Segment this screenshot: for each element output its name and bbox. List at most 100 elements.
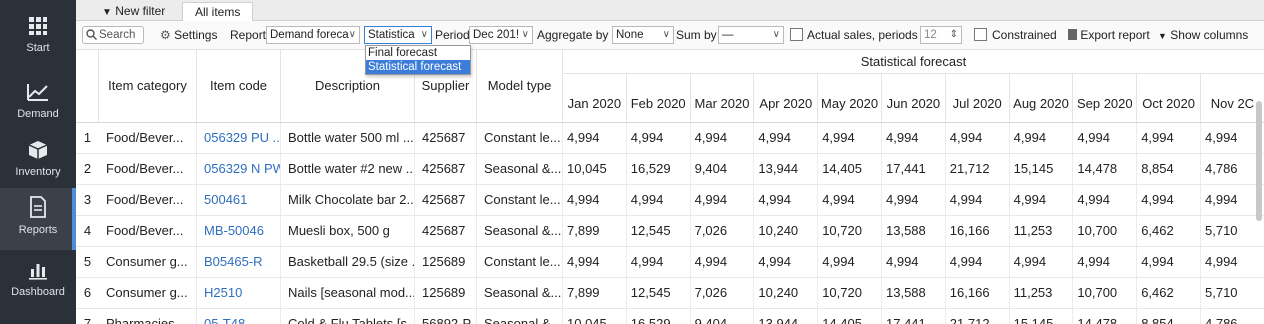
cell-forecast-value[interactable]: 11,253 xyxy=(1010,278,1074,308)
report-select[interactable]: Demand foreca ∨ xyxy=(266,26,360,44)
export-report-button[interactable]: Export report xyxy=(1068,26,1150,44)
cell-forecast-value[interactable]: 7,899 xyxy=(563,278,627,308)
cell-item-code[interactable]: 056329 PU ... xyxy=(197,123,281,153)
cell-forecast-value[interactable]: 16,166 xyxy=(946,278,1010,308)
table-row[interactable]: 2 Food/Bever... 056329 N PW Bottle water #2… xyxy=(76,154,1264,185)
cell-forecast-value[interactable]: 10,720 xyxy=(818,216,882,246)
cell-forecast-value[interactable]: 4,994 xyxy=(691,247,755,277)
cell-forecast-value[interactable]: 4,994 xyxy=(882,123,946,153)
column-header-month[interactable]: Sep 2020 xyxy=(1073,74,1138,122)
cell-forecast-value[interactable]: 7,899 xyxy=(563,216,627,246)
cell-forecast-value[interactable]: 4,994 xyxy=(1201,123,1264,153)
cell-forecast-value[interactable]: 4,994 xyxy=(1137,123,1201,153)
cell-forecast-value[interactable]: 14,478 xyxy=(1073,309,1138,324)
cell-forecast-value[interactable]: 4,994 xyxy=(946,247,1010,277)
cell-forecast-value[interactable]: 5,710 xyxy=(1201,216,1264,246)
cell-forecast-value[interactable]: 10,240 xyxy=(754,216,819,246)
cell-forecast-value[interactable]: 4,994 xyxy=(1073,247,1138,277)
table-row[interactable]: 4 Food/Bever... MB-50046 Muesli box, 500 g4… xyxy=(76,216,1264,247)
cell-forecast-value[interactable]: 4,994 xyxy=(1201,185,1264,215)
cell-forecast-value[interactable]: 4,994 xyxy=(818,123,882,153)
cell-forecast-value[interactable]: 7,026 xyxy=(691,278,755,308)
column-header-item-code[interactable]: Item code xyxy=(197,50,281,122)
cell-forecast-value[interactable]: 4,786 xyxy=(1201,154,1264,184)
cell-forecast-value[interactable]: 8,854 xyxy=(1137,309,1201,324)
cell-forecast-value[interactable]: 4,994 xyxy=(563,123,627,153)
cell-item-code[interactable]: H2510 xyxy=(197,278,281,308)
cell-forecast-value[interactable]: 4,994 xyxy=(1073,185,1138,215)
cell-forecast-value[interactable]: 4,994 xyxy=(1073,123,1138,153)
cell-forecast-value[interactable]: 4,994 xyxy=(946,185,1010,215)
cell-forecast-value[interactable]: 11,253 xyxy=(1010,216,1074,246)
cell-forecast-value[interactable]: 17,441 xyxy=(882,309,946,324)
cell-forecast-value[interactable]: 21,712 xyxy=(946,309,1010,324)
cell-forecast-value[interactable]: 4,994 xyxy=(754,123,819,153)
cell-forecast-value[interactable]: 10,700 xyxy=(1073,216,1138,246)
cell-forecast-value[interactable]: 13,588 xyxy=(882,216,946,246)
cell-forecast-value[interactable]: 6,462 xyxy=(1137,278,1201,308)
cell-forecast-value[interactable]: 4,994 xyxy=(754,247,819,277)
cell-forecast-value[interactable]: 16,529 xyxy=(627,309,691,324)
cell-forecast-value[interactable]: 14,478 xyxy=(1073,154,1138,184)
settings-button[interactable]: ⚙ Settings xyxy=(160,26,217,44)
cell-forecast-value[interactable]: 4,994 xyxy=(1010,247,1074,277)
column-header-month[interactable]: May 2020 xyxy=(818,74,882,122)
cell-forecast-value[interactable]: 4,994 xyxy=(1201,247,1264,277)
forecast-type-select[interactable]: Statistica ∨ xyxy=(364,26,432,44)
cell-item-code[interactable]: 500461 xyxy=(197,185,281,215)
column-header-month[interactable]: Feb 2020 xyxy=(627,74,691,122)
table-row[interactable]: 3 Food/Bever... 500461 Milk Chocolate bar 2… xyxy=(76,185,1264,216)
cell-forecast-value[interactable]: 4,786 xyxy=(1201,309,1264,324)
column-header-month[interactable]: Apr 2020 xyxy=(754,74,819,122)
column-header-month[interactable]: Aug 2020 xyxy=(1010,74,1074,122)
column-header-item-category[interactable]: Item category xyxy=(99,50,197,122)
cell-forecast-value[interactable]: 4,994 xyxy=(882,185,946,215)
cell-forecast-value[interactable]: 4,994 xyxy=(627,185,691,215)
dropdown-option-final[interactable]: Final forecast xyxy=(366,46,470,60)
cell-forecast-value[interactable]: 16,529 xyxy=(627,154,691,184)
cell-forecast-value[interactable]: 10,045 xyxy=(563,154,627,184)
cell-forecast-value[interactable]: 4,994 xyxy=(691,123,755,153)
cell-forecast-value[interactable]: 15,145 xyxy=(1010,154,1074,184)
cell-forecast-value[interactable]: 9,404 xyxy=(691,154,755,184)
cell-forecast-value[interactable]: 13,944 xyxy=(754,309,819,324)
cell-forecast-value[interactable]: 4,994 xyxy=(1010,185,1074,215)
nav-dashboard[interactable]: Dashboard xyxy=(0,254,76,324)
sum-select[interactable]: — ∨ xyxy=(718,26,784,44)
cell-forecast-value[interactable]: 4,994 xyxy=(1010,123,1074,153)
cell-forecast-value[interactable]: 21,712 xyxy=(946,154,1010,184)
cell-item-code[interactable]: 056329 N PW xyxy=(197,154,281,184)
cell-forecast-value[interactable]: 13,944 xyxy=(754,154,819,184)
dropdown-option-statistical[interactable]: Statistical forecast xyxy=(366,60,470,74)
cell-forecast-value[interactable]: 13,588 xyxy=(882,278,946,308)
show-columns-button[interactable]: ▼ Show columns xyxy=(1158,26,1248,44)
column-header-month[interactable]: Jul 2020 xyxy=(946,74,1010,122)
cell-forecast-value[interactable]: 12,545 xyxy=(627,278,691,308)
column-header-month[interactable]: Nov 2C xyxy=(1201,74,1264,122)
column-header-model-type[interactable]: Model type xyxy=(477,50,563,122)
cell-forecast-value[interactable]: 4,994 xyxy=(1137,185,1201,215)
cell-forecast-value[interactable]: 12,545 xyxy=(627,216,691,246)
periods-stepper[interactable]: 12 ⇕ xyxy=(920,26,962,44)
column-header-month[interactable]: Jun 2020 xyxy=(882,74,946,122)
cell-forecast-value[interactable]: 14,405 xyxy=(818,154,882,184)
table-row[interactable]: 7 Pharmacies 05-T48 Cold & Flu Tablets [s..… xyxy=(76,309,1264,324)
cell-forecast-value[interactable]: 4,994 xyxy=(818,247,882,277)
cell-forecast-value[interactable]: 15,145 xyxy=(1010,309,1074,324)
table-row[interactable]: 6 Consumer g... H2510 Nails [seasonal mod..… xyxy=(76,278,1264,309)
cell-forecast-value[interactable]: 17,441 xyxy=(882,154,946,184)
constrained-checkbox[interactable] xyxy=(974,28,987,41)
cell-forecast-value[interactable]: 10,700 xyxy=(1073,278,1138,308)
tab-new-filter[interactable]: ▼ New filter xyxy=(90,2,177,20)
cell-forecast-value[interactable]: 10,240 xyxy=(754,278,819,308)
cell-forecast-value[interactable]: 4,994 xyxy=(946,123,1010,153)
cell-forecast-value[interactable]: 6,462 xyxy=(1137,216,1201,246)
tab-all-items[interactable]: All items xyxy=(182,2,254,21)
table-row[interactable]: 1 Food/Bever... 056329 PU ... Bottle water … xyxy=(76,123,1264,154)
table-row[interactable]: 5 Consumer g... B05465-R Basketball 29.5 (s… xyxy=(76,247,1264,278)
cell-forecast-value[interactable]: 4,994 xyxy=(627,123,691,153)
aggregate-select[interactable]: None ∨ xyxy=(612,26,674,44)
actual-sales-checkbox[interactable] xyxy=(790,28,803,41)
column-header-month[interactable]: Jan 2020 xyxy=(563,74,627,122)
cell-forecast-value[interactable]: 4,994 xyxy=(563,185,627,215)
